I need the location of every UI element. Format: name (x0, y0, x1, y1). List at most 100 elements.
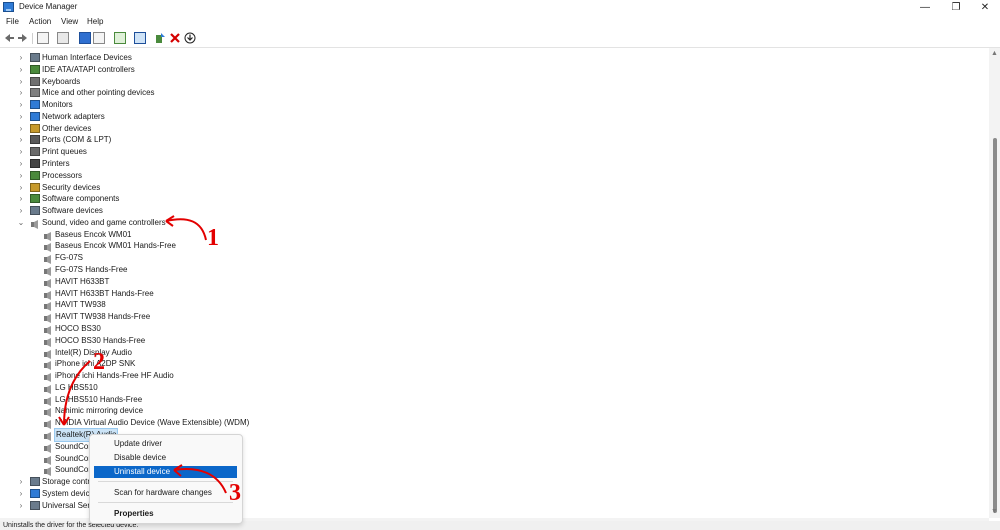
usb-controller-icon (30, 500, 40, 510)
help-icon[interactable] (79, 32, 91, 44)
scroll-down-icon[interactable]: ▼ (991, 508, 998, 515)
category-item[interactable]: › Print queues (0, 146, 980, 158)
expand-chevron-icon[interactable]: › (17, 476, 25, 488)
device-item[interactable]: HAVIT H633BT (0, 276, 980, 288)
collapse-chevron-icon[interactable]: ⌄ (17, 217, 25, 229)
speaker-icon (43, 406, 53, 418)
close-button[interactable]: ✕ (970, 0, 1000, 16)
expand-chevron-icon[interactable]: › (17, 158, 25, 170)
expand-chevron-icon[interactable]: › (17, 134, 25, 146)
device-label: FG-07S (55, 253, 84, 263)
expand-chevron-icon[interactable]: › (17, 170, 25, 182)
menu-properties[interactable]: Properties (94, 508, 237, 520)
expand-chevron-icon[interactable]: › (17, 193, 25, 205)
maximize-button[interactable]: ❐ (941, 0, 971, 16)
expand-chevron-icon[interactable]: › (17, 76, 25, 88)
category-item[interactable]: › Software devices (0, 205, 980, 217)
category-item[interactable]: › IDE ATA/ATAPI controllers (0, 64, 980, 76)
expand-chevron-icon[interactable]: › (17, 146, 25, 158)
device-item[interactable]: LG HBS510 (0, 382, 980, 394)
category-item[interactable]: › Mice and other pointing devices (0, 87, 980, 99)
category-item[interactable]: › Keyboards (0, 76, 980, 88)
software-device-icon (30, 206, 40, 216)
device-item[interactable]: Nahimic mirroring device (0, 405, 980, 418)
device-manager-icon (3, 2, 14, 12)
minimize-button[interactable]: — (910, 0, 940, 16)
device-item[interactable]: FG-07S Hands-Free (0, 264, 980, 277)
network-adapter-icon (30, 111, 40, 121)
properties-icon[interactable] (57, 32, 69, 44)
category-item[interactable]: › Ports (COM & LPT) (0, 134, 980, 146)
menu-file[interactable]: File (6, 17, 19, 26)
device-item[interactable]: HOCO BS30 Hands-Free (0, 335, 980, 347)
scroll-thumb[interactable] (993, 138, 997, 513)
device-item[interactable]: Intel(R) Display Audio (0, 347, 980, 359)
show-hide-action-pane-icon[interactable] (93, 32, 105, 44)
category-item[interactable]: › Software components (0, 193, 980, 205)
speaker-icon (43, 359, 53, 371)
menu-disable-device[interactable]: Disable device (94, 452, 237, 464)
menu-view[interactable]: View (61, 17, 78, 26)
device-item[interactable]: iPhone ichi Hands-Free HF Audio (0, 370, 980, 383)
expand-chevron-icon[interactable]: › (17, 64, 25, 76)
category-item[interactable]: › Human Interface Devices (0, 52, 980, 64)
keyboard-icon (30, 76, 40, 86)
show-hide-console-tree-icon[interactable] (37, 32, 49, 44)
expand-chevron-icon[interactable]: › (17, 205, 25, 217)
device-item[interactable]: NVIDIA Virtual Audio Device (Wave Extens… (0, 417, 980, 430)
menu-update-driver[interactable]: Update driver (94, 438, 237, 450)
expand-chevron-icon[interactable]: › (17, 123, 25, 135)
category-item[interactable]: ⌄ Sound, video and game controllers (0, 217, 980, 229)
category-item[interactable]: › Security devices (0, 182, 980, 194)
category-item[interactable]: › Printers (0, 158, 980, 170)
category-label: Network adapters (42, 111, 105, 121)
callout-2: 2 (93, 349, 105, 375)
menu-action[interactable]: Action (29, 17, 51, 26)
device-label: Baseus Encok WM01 Hands-Free (55, 241, 176, 251)
category-label: IDE ATA/ATAPI controllers (42, 64, 135, 74)
speaker-icon (43, 253, 53, 265)
device-item[interactable]: LG HBS510 Hands-Free (0, 394, 980, 406)
device-item[interactable]: HAVIT TW938 (0, 299, 980, 312)
device-item[interactable]: HAVIT H633BT Hands-Free (0, 288, 980, 300)
menu-scan-hardware[interactable]: Scan for hardware changes (94, 487, 237, 499)
expand-chevron-icon[interactable]: › (17, 52, 25, 64)
scan-hardware-icon[interactable] (114, 32, 126, 44)
expand-chevron-icon[interactable]: › (17, 111, 25, 123)
device-label: HAVIT H633BT Hands-Free (55, 288, 154, 298)
title-bar: Device Manager — ❐ ✕ (0, 0, 1000, 16)
device-item[interactable]: Baseus Encok WM01 Hands-Free (0, 240, 980, 253)
device-label: Nahimic mirroring device (55, 406, 144, 416)
vertical-scrollbar[interactable]: ▲ ▼ (989, 48, 1000, 518)
expand-chevron-icon[interactable]: › (17, 500, 25, 512)
expand-chevron-icon[interactable]: › (17, 488, 25, 500)
menu-help[interactable]: Help (87, 17, 103, 26)
category-label: Keyboards (42, 76, 81, 86)
device-label: LG HBS510 (55, 382, 98, 392)
monitor-icon[interactable] (134, 32, 146, 44)
category-item[interactable]: › Other devices (0, 123, 980, 135)
expand-chevron-icon[interactable]: › (17, 87, 25, 99)
storage-controller-icon (30, 477, 40, 487)
category-item[interactable]: › Processors (0, 170, 980, 182)
device-label: Baseus Encok WM01 (55, 229, 132, 239)
category-item[interactable]: › Network adapters (0, 111, 980, 123)
category-item[interactable]: › Monitors (0, 99, 980, 111)
scroll-up-icon[interactable]: ▲ (991, 50, 998, 57)
back-icon[interactable] (3, 32, 15, 44)
expand-chevron-icon[interactable]: › (17, 99, 25, 111)
menu-uninstall-device[interactable]: Uninstall device (94, 466, 237, 478)
device-item[interactable]: HAVIT TW938 Hands-Free (0, 311, 980, 324)
device-item[interactable]: Baseus Encok WM01 (0, 229, 980, 241)
forward-icon[interactable] (17, 32, 29, 44)
category-label: Software devices (42, 206, 103, 216)
expand-chevron-icon[interactable]: › (17, 182, 25, 194)
device-item[interactable]: HOCO BS30 (0, 323, 980, 335)
uninstall-x-icon[interactable] (169, 32, 181, 44)
download-icon[interactable] (184, 32, 196, 44)
device-item[interactable]: iPhone ichi A2DP SNK (0, 358, 980, 371)
device-label: FG-07S Hands-Free (55, 265, 128, 275)
category-label: Monitors (42, 100, 73, 110)
update-driver-icon[interactable] (154, 32, 166, 44)
device-item[interactable]: FG-07S (0, 252, 980, 265)
